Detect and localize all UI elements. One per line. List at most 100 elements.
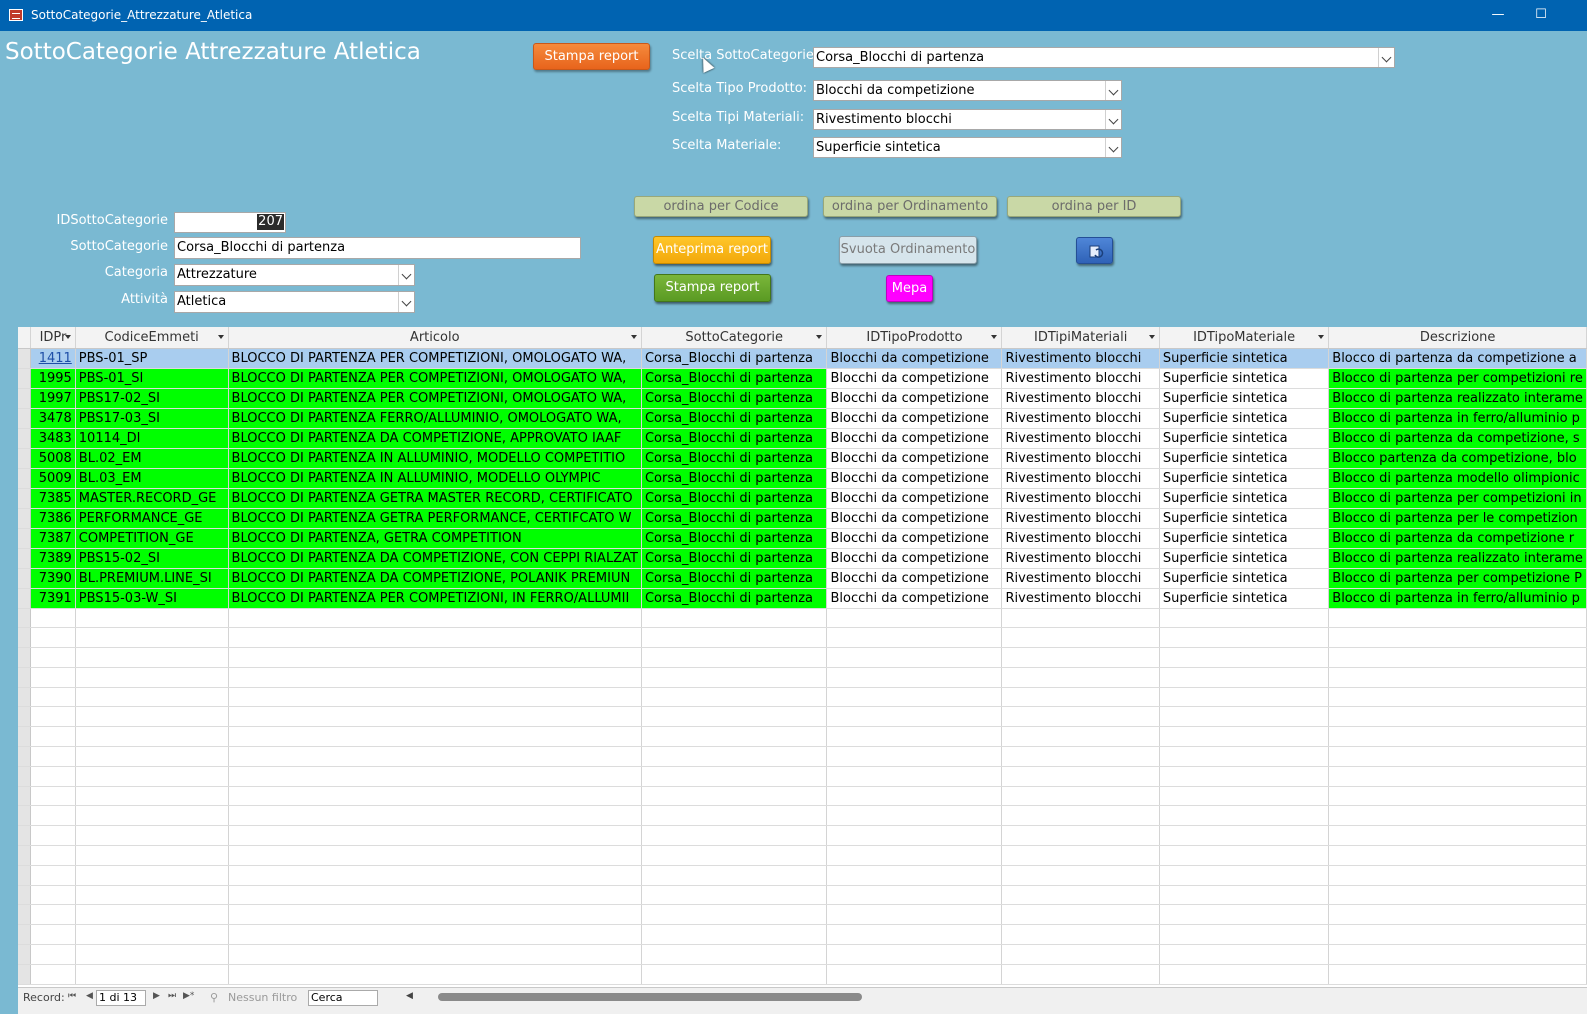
table-cell[interactable]: Corsa_Blocchi di partenza (641, 548, 828, 569)
column-header-idtipomateriale[interactable]: IDTipoMateriale (1159, 327, 1330, 349)
table-row[interactable]: 3478 PBS17-03_SI BLOCCO DI PARTENZA FERRO/… (18, 408, 1587, 429)
table-cell[interactable]: Blocchi da competizione (826, 368, 1003, 389)
table-cell[interactable]: Rivestimento blocchi (1001, 568, 1160, 589)
table-cell[interactable]: Corsa_Blocchi di partenza (641, 408, 828, 429)
table-cell[interactable]: Rivestimento blocchi (1001, 368, 1160, 389)
table-cell[interactable]: BLOCCO DI PARTENZA GETRA MASTER RECORD, … (228, 488, 642, 509)
column-header-sottocategorie[interactable]: SottoCategorie (641, 327, 828, 349)
record-selector[interactable] (18, 428, 32, 449)
column-header-descrizione[interactable]: Descrizione (1328, 327, 1587, 349)
previous-record-icon[interactable]: ◀ (86, 991, 93, 1001)
table-cell[interactable]: BL.03_EM (75, 468, 229, 489)
table-cell[interactable]: Blocco di partenza da competizione r (1328, 528, 1587, 549)
table-cell[interactable]: Blocchi da competizione (826, 548, 1003, 569)
refresh-button[interactable] (1076, 237, 1113, 264)
last-record-icon[interactable]: ⏭ (168, 991, 176, 1001)
table-cell[interactable]: Superficie sintetica (1159, 368, 1330, 389)
table-cell[interactable]: Superficie sintetica (1159, 508, 1330, 529)
table-cell[interactable]: PERFORMANCE_GE (75, 508, 229, 529)
table-cell[interactable]: Blocco di partenza in ferro/alluminio p (1328, 588, 1587, 609)
table-cell[interactable]: Blocchi da competizione (826, 488, 1003, 509)
table-row[interactable]: 1411 PBS-01_SP BLOCCO DI PARTENZA PER COMP… (18, 348, 1587, 369)
attivita-combo[interactable]: Atletica (174, 291, 415, 313)
table-row[interactable]: 7389 PBS15-02_SI BLOCCO DI PARTENZA DA COM… (18, 548, 1587, 569)
scelta-materiale-combo[interactable]: Superficie sintetica (813, 137, 1122, 158)
table-cell[interactable]: BLOCCO DI PARTENZA PER COMPETIZIONI, OMO… (228, 388, 642, 409)
column-header-articolo[interactable]: Articolo (228, 327, 642, 349)
table-cell[interactable]: Blocco di partenza da competizione, s (1328, 428, 1587, 449)
next-record-icon[interactable]: ▶ (153, 991, 160, 1001)
table-cell[interactable]: BLOCCO DI PARTENZA GETRA PERFORMANCE, CE… (228, 508, 642, 529)
table-cell[interactable]: Rivestimento blocchi (1001, 468, 1160, 489)
table-row[interactable]: 1995 PBS-01_SI BLOCCO DI PARTENZA PER COMP… (18, 368, 1587, 389)
chevron-down-icon[interactable] (1105, 138, 1121, 157)
table-cell[interactable]: Corsa_Blocchi di partenza (641, 528, 828, 549)
sottocategorie-field[interactable]: Corsa_Blocchi di partenza (174, 237, 581, 259)
horizontal-scrollbar[interactable] (438, 993, 862, 1001)
table-cell[interactable]: Rivestimento blocchi (1001, 528, 1160, 549)
minimize-button[interactable]: — (1488, 5, 1508, 25)
table-cell[interactable]: 7391 (30, 588, 76, 609)
mepa-button[interactable]: Mepa (886, 275, 933, 302)
categoria-combo[interactable]: Attrezzature (174, 264, 415, 286)
table-cell[interactable]: Blocco di partenza modello olimpionic (1328, 468, 1587, 489)
column-header-codiceemmeti[interactable]: CodiceEmmeti (75, 327, 229, 349)
ordina-per-id-button[interactable]: ordina per ID (1007, 196, 1181, 217)
table-cell[interactable]: Corsa_Blocchi di partenza (641, 508, 828, 529)
scelta-tipi-materiali-combo[interactable]: Rivestimento blocchi (813, 109, 1122, 130)
table-cell[interactable]: PBS-01_SP (75, 348, 229, 369)
scelta-sottocategorie-combo[interactable]: Corsa_Blocchi di partenza (813, 47, 1395, 68)
table-cell[interactable]: 5009 (30, 468, 76, 489)
ordina-per-codice-button[interactable]: ordina per Codice (634, 196, 808, 217)
table-cell[interactable]: MASTER.RECORD_GE (75, 488, 229, 509)
table-cell[interactable]: Blocco di partenza per le competizion (1328, 508, 1587, 529)
table-cell[interactable]: Corsa_Blocchi di partenza (641, 468, 828, 489)
table-cell[interactable]: Rivestimento blocchi (1001, 428, 1160, 449)
filter-icon[interactable]: ⚲ (210, 991, 218, 1004)
table-cell[interactable]: Rivestimento blocchi (1001, 408, 1160, 429)
select-all-corner[interactable] (18, 327, 32, 349)
table-cell[interactable]: 7385 (30, 488, 76, 509)
sort-dropdown-icon[interactable] (816, 335, 823, 339)
table-cell[interactable]: Superficie sintetica (1159, 388, 1330, 409)
table-cell[interactable]: Superficie sintetica (1159, 488, 1330, 509)
table-cell[interactable]: Rivestimento blocchi (1001, 448, 1160, 469)
table-cell[interactable]: Blocchi da competizione (826, 588, 1003, 609)
table-cell[interactable]: Rivestimento blocchi (1001, 548, 1160, 569)
record-selector[interactable] (18, 488, 32, 509)
table-cell[interactable]: Blocchi da competizione (826, 428, 1003, 449)
record-selector[interactable] (18, 368, 32, 389)
table-cell[interactable]: Superficie sintetica (1159, 408, 1330, 429)
column-header-idpr[interactable]: IDPr (30, 327, 76, 349)
sort-dropdown-icon[interactable] (991, 335, 998, 339)
table-cell[interactable]: PBS17-03_SI (75, 408, 229, 429)
table-cell[interactable]: 1995 (30, 368, 76, 389)
table-cell[interactable]: COMPETITION_GE (75, 528, 229, 549)
chevron-down-icon[interactable] (1105, 110, 1121, 129)
id-sottocategorie-field[interactable]: 207 (174, 212, 286, 233)
first-record-icon[interactable]: ⏮ (68, 991, 76, 1001)
table-cell[interactable]: Corsa_Blocchi di partenza (641, 428, 828, 449)
table-cell[interactable]: BLOCCO DI PARTENZA DA COMPETIZIONE, POLA… (228, 568, 642, 589)
table-cell[interactable]: Corsa_Blocchi di partenza (641, 488, 828, 509)
table-cell[interactable]: Blocco di partenza da competizione a (1328, 348, 1587, 369)
ordina-per-ordinamento-button[interactable]: ordina per Ordinamento (823, 196, 997, 217)
column-header-idtipoprodotto[interactable]: IDTipoProdotto (826, 327, 1003, 349)
table-cell[interactable]: Blocchi da competizione (826, 348, 1003, 369)
table-cell[interactable]: BLOCCO DI PARTENZA IN ALLUMINIO, MODELLO… (228, 468, 642, 489)
table-row[interactable]: 7391 PBS15-03-W_SI BLOCCO DI PARTENZA PER … (18, 588, 1587, 609)
table-cell[interactable]: BLOCCO DI PARTENZA IN ALLUMINIO, MODELLO… (228, 448, 642, 469)
table-cell[interactable]: Superficie sintetica (1159, 528, 1330, 549)
record-selector[interactable] (18, 568, 32, 589)
sort-dropdown-icon[interactable] (1148, 335, 1155, 339)
table-cell[interactable]: 7389 (30, 548, 76, 569)
table-cell[interactable]: Corsa_Blocchi di partenza (641, 448, 828, 469)
table-row[interactable]: 5008 BL.02_EM BLOCCO DI PARTENZA IN ALLUMI… (18, 448, 1587, 469)
table-cell[interactable]: Corsa_Blocchi di partenza (641, 388, 828, 409)
table-cell[interactable]: Rivestimento blocchi (1001, 588, 1160, 609)
table-cell[interactable]: BLOCCO DI PARTENZA FERRO/ALLUMINIO, OMOL… (228, 408, 642, 429)
sort-dropdown-icon[interactable] (64, 335, 71, 339)
table-cell[interactable]: BLOCCO DI PARTENZA PER COMPETIZIONI, OMO… (228, 368, 642, 389)
chevron-down-icon[interactable] (1105, 81, 1121, 100)
record-selector[interactable] (18, 448, 32, 469)
